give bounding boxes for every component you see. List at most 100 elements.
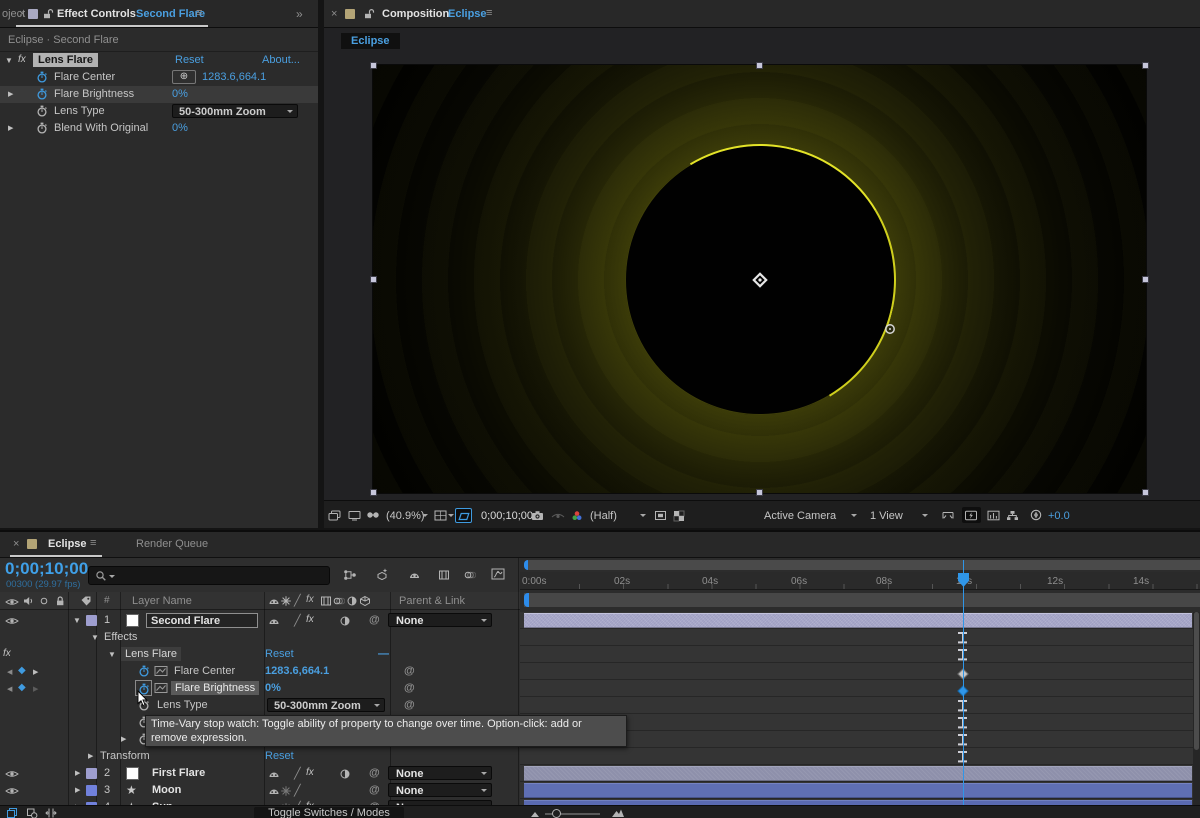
region-of-interest-icon[interactable] [654,510,667,521]
expression-pick-whip-icon[interactable]: @ [404,699,415,711]
label-color-chip[interactable] [86,785,97,796]
work-area-start-handle[interactable] [524,593,529,607]
tab-effect-controls-target[interactable]: Second Flare [136,8,205,20]
comp-viewer[interactable] [324,28,1200,500]
panel-menu-icon[interactable]: ≡ [90,537,96,549]
prop-value[interactable]: 1283.6,664.1 [202,71,266,83]
transparency-grid-icon[interactable] [673,510,685,522]
view-layout-dropdown[interactable]: 1 View [870,510,903,522]
snapshot-icon[interactable] [531,510,544,521]
expand-transfer-controls-icon[interactable] [26,807,38,818]
panel-menu-icon[interactable]: ≡ [486,7,492,19]
share-view-icon[interactable] [941,510,955,521]
parent-dropdown[interactable]: None [388,783,492,797]
time-ruler[interactable]: 0:00s 02s 04s 06s 08s 10s 12s 14s [520,572,1200,590]
eye-icon[interactable] [5,769,19,779]
unlock-icon[interactable] [42,8,54,20]
magnification-dropdown[interactable]: (40.9%) [386,510,425,522]
search-input[interactable] [88,566,330,585]
quality-toggle-icon[interactable]: ╱ [294,614,301,627]
tab-render-queue[interactable]: Render Queue [136,538,208,550]
next-keyframe-icon[interactable]: ▶ [33,668,38,676]
twirl-down-icon[interactable]: ▼ [91,633,99,642]
layer-row-second-flare[interactable]: ▼ 1 Second Flare ╱ fx @ None [0,612,520,629]
twirl-right-icon[interactable]: ▶ [75,769,80,777]
layer-name-box[interactable]: Second Flare [146,613,258,628]
stereo-3d-view-icon[interactable] [366,510,380,520]
label-color-chip[interactable] [86,615,97,626]
tab-composition[interactable]: Composition [382,8,449,20]
layer-name[interactable]: Second Flare [151,615,220,627]
timeline-zoom-knob[interactable] [552,809,561,818]
tab-composition-target[interactable]: Eclipse [448,8,487,20]
chevron-down-icon[interactable] [851,514,857,520]
prop-label[interactable]: Lens Type [157,699,208,711]
parent-dropdown[interactable]: None [388,766,492,780]
stopwatch-icon[interactable] [138,665,150,677]
toggle-switches-modes-button[interactable]: Toggle Switches / Modes [254,807,404,818]
prop-value[interactable]: 0% [172,88,188,100]
layer-row-first-flare[interactable]: ▶ 2 First Flare ╱ fx @ None [0,765,520,782]
stopwatch-icon[interactable] [36,122,48,134]
effect-reset-link[interactable]: Reset [265,648,294,660]
prop-row-flare-center[interactable]: ◀ ◆ ▶ Flare Center 1283.6,664.1 @ [0,663,520,680]
value-graph-icon[interactable] [154,665,168,677]
collapse-toggle-icon[interactable] [280,785,292,797]
resolution-dropdown[interactable]: (Half) [590,510,617,522]
selection-handle[interactable] [756,489,763,496]
panel-grabber-icon[interactable] [28,9,38,19]
layer-row-moon[interactable]: ▶ 3 ★ Moon ╱ @ None [0,782,520,799]
twirl-down-icon[interactable]: ▼ [108,650,116,659]
selection-handle[interactable] [1142,62,1149,69]
selection-handle[interactable] [1142,489,1149,496]
pick-whip-icon[interactable]: @ [369,614,380,626]
stopwatch-icon[interactable] [36,105,48,117]
tab-timeline-eclipse[interactable]: Eclipse [48,538,87,550]
twirl-right-icon[interactable]: ▶ [88,752,93,760]
prev-keyframe-icon[interactable]: ◀ [7,668,12,676]
layer-bar-second-flare[interactable] [524,613,1192,628]
prop-label[interactable]: Flare Brightness [171,681,259,695]
motion-blur-icon[interactable] [464,569,476,581]
flare-center-control-point[interactable] [751,271,769,289]
preview-time-display[interactable]: 0;00;10;00 [481,510,533,522]
stopwatch-icon[interactable] [36,71,48,83]
prop-label[interactable]: Flare Brightness [54,88,134,100]
transform-reset-link[interactable]: Reset [265,750,294,762]
parent-dropdown[interactable]: None [388,613,492,627]
prop-label[interactable]: Flare Center [174,665,235,677]
exposure-icon[interactable] [1030,509,1042,521]
panel-menu-icon[interactable]: ≡ [196,7,202,19]
close-icon[interactable]: × [13,538,19,550]
zoom-out-mountain-icon[interactable] [530,810,540,818]
current-time-display[interactable]: 0;00;10;00 [5,559,88,579]
pick-whip-icon[interactable]: @ [369,767,380,779]
quality-toggle-icon[interactable]: ╱ [294,767,301,780]
lens-type-dropdown[interactable]: 50-300mm Zoom [267,698,385,712]
effect-about-link[interactable]: About... [262,54,300,66]
prop-value[interactable]: 0% [172,122,188,134]
eye-icon[interactable] [5,786,19,796]
eye-icon[interactable] [5,616,19,626]
expression-pick-whip-icon[interactable]: @ [404,682,415,694]
layer-name-column-header[interactable]: Layer Name [132,595,192,607]
group-label[interactable]: Effects [104,631,137,643]
prop-value[interactable]: 1283.6,664.1 [265,665,329,677]
unlock-icon[interactable] [363,8,375,20]
prev-keyframe-icon[interactable]: ◀ [7,685,12,693]
twirl-right-icon[interactable]: ▶ [75,786,80,794]
next-keyframe-icon[interactable]: ▶ [33,685,38,693]
comp-mini-flowchart-icon[interactable] [343,569,357,581]
panel-grabber-icon[interactable] [27,539,37,549]
transform-group-row[interactable]: ▶ Transform Reset [0,748,520,765]
fast-previews-toggle[interactable] [962,507,981,523]
effect-row-lens-flare[interactable]: fx ▼ Lens Flare Reset — [0,646,520,663]
always-preview-icon[interactable] [328,510,341,521]
effect-point-button[interactable]: ⊕ [172,70,196,84]
comp-frame[interactable] [373,65,1146,493]
prop-label[interactable]: Lens Type [54,105,105,117]
panel-overflow-icon[interactable]: » [296,7,303,21]
stopwatch-icon[interactable] [36,88,48,100]
expression-pick-whip-icon[interactable]: @ [404,665,415,677]
prop-value[interactable]: 0% [265,682,281,694]
